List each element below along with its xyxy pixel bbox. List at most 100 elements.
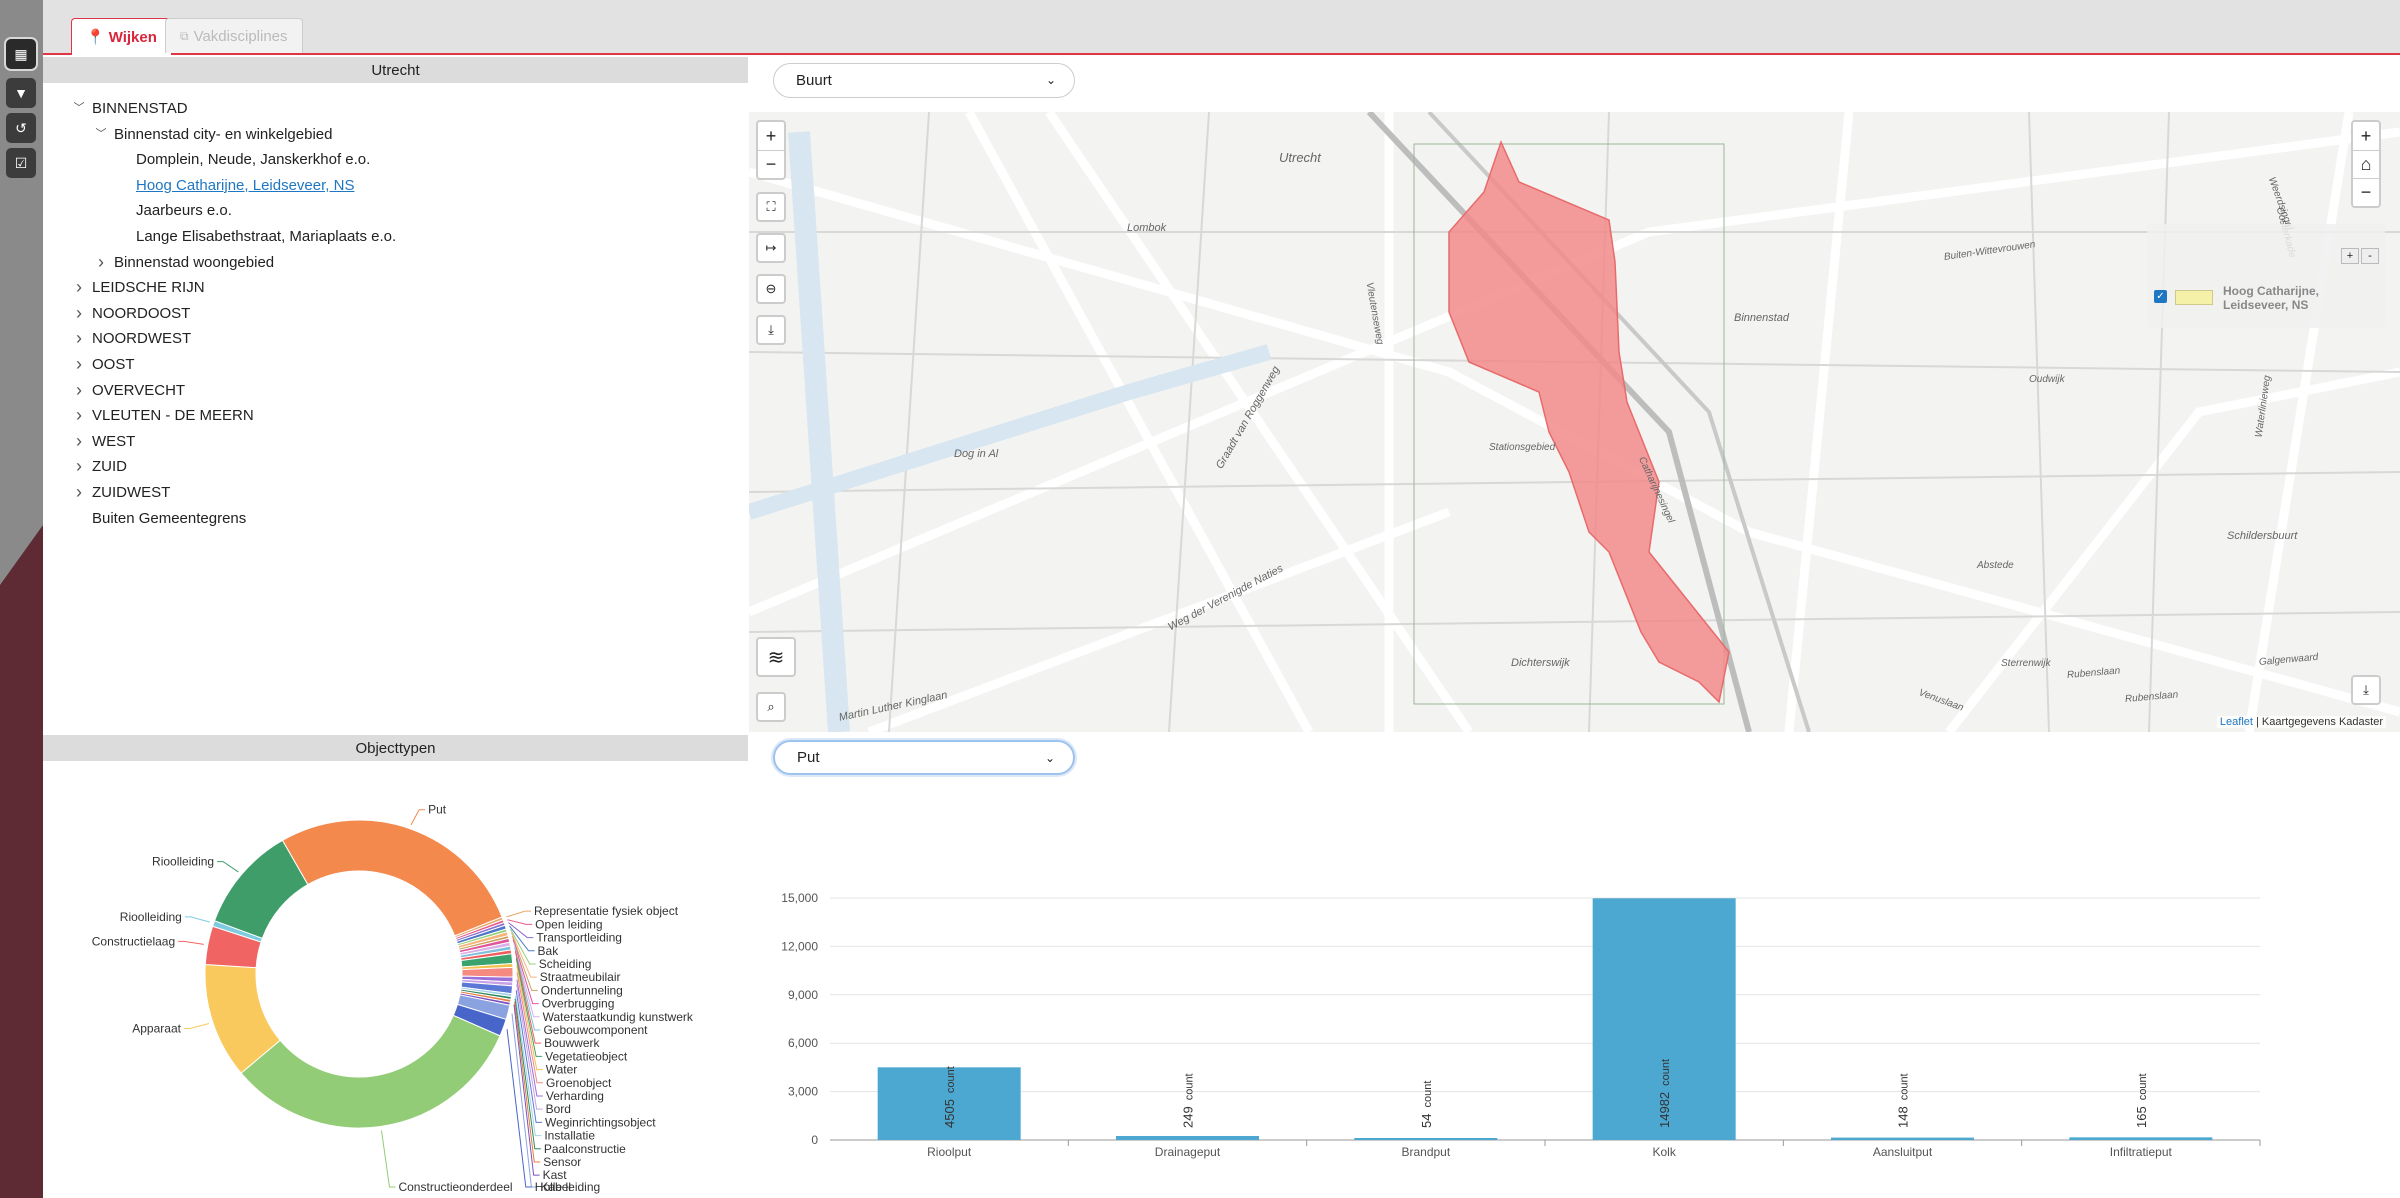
legend-plus-button[interactable]: + [2341,248,2359,264]
tab-bar: 📍 Wijken ⧉ Vakdisciplines [43,0,2400,55]
x-category-label: Rioolput [927,1145,972,1159]
donut-slice[interactable] [461,966,514,978]
tree-node-label[interactable]: Buiten Gemeentegrens [92,506,246,532]
level-select[interactable]: Buurt ⌄ [773,63,1075,98]
chevron-right-icon[interactable]: › [92,252,110,272]
tree-node[interactable]: Domplein, Neude, Janskerkhof e.o. [70,147,730,173]
objecttype-select[interactable]: Put ⌄ [773,740,1075,775]
tree-node-label[interactable]: ZUID [92,454,127,480]
tree-node[interactable]: › ZUIDWEST [70,480,730,506]
chevron-right-icon[interactable]: › [70,482,88,502]
map-icon[interactable]: ▦ [6,39,36,69]
map-legend: + - ✓ Hoog Catharijne, Leidseveer, NS [2147,224,2385,328]
chevron-right-icon[interactable]: › [70,431,88,451]
donut-slice-label: Open leiding [535,917,602,931]
chevron-right-icon[interactable]: › [70,354,88,374]
bar[interactable] [1116,1135,1259,1140]
tree-node[interactable]: Lange Elisabethstraat, Mariaplaats e.o. [70,224,730,250]
legend-checkbox[interactable]: ✓ [2154,290,2167,303]
tree-node-label[interactable]: NOORDOOST [92,301,190,327]
tree-node[interactable]: › VLEUTEN - DE MEERN [70,403,730,429]
bar-value-label: 249 count [1181,1073,1196,1128]
donut-leader-line [410,809,426,826]
objecttype-bar-chart: 0 3,000 6,000 9,000 12,000 15,000 Rioolput 4505… [781,891,2261,1159]
tree-node[interactable]: Buiten Gemeentegrens [70,506,730,532]
donut-slice-label: Waterstaatkundig kunstwerk [543,1010,694,1024]
fullscreen-icon[interactable]: ⛶ [756,192,786,222]
donut-slice-label: Paalconstructie [544,1142,626,1156]
tree-node-label[interactable]: BINNENSTAD [92,96,188,122]
tree-node[interactable]: ﹀ BINNENSTAD [70,96,730,122]
tree-node[interactable]: › NOORDWEST [70,326,730,352]
donut-slice[interactable] [240,1014,501,1129]
donut-slice-label: Verharding [546,1089,604,1103]
zoom-out-button[interactable]: − [2353,178,2379,206]
search-icon[interactable]: ⌕ [756,692,786,722]
chevron-down-icon[interactable]: ﹀ [92,125,110,143]
tree-node[interactable]: › OVERVECHT [70,378,730,404]
bar-value: 14982 [1657,1092,1672,1128]
tree-node[interactable]: › LEIDSCHE RIJN [70,275,730,301]
tree-node-label-selected[interactable]: Hoog Catharijne, Leidseveer, NS [136,173,354,199]
tree-node[interactable]: › ZUID [70,454,730,480]
tree-node-label[interactable]: Binnenstad city- en winkelgebied [114,122,332,148]
tree-node[interactable]: Hoog Catharijne, Leidseveer, NS [70,173,730,199]
tab-vakdisciplines[interactable]: ⧉ Vakdisciplines [165,18,303,53]
donut-slice-label: Sensor [543,1155,581,1169]
tree-node-label[interactable]: LEIDSCHE RIJN [92,275,205,301]
layers-icon[interactable]: ≋ [756,637,796,677]
panel-header-utrecht: Utrecht [43,57,748,83]
tree-node-label[interactable]: Domplein, Neude, Janskerkhof e.o. [136,147,370,173]
bar[interactable] [1354,1138,1498,1140]
download-icon[interactable]: ⤓ [756,315,786,345]
zoom-in-button[interactable]: + [758,122,784,150]
map-place-label: Utrecht [1279,150,1321,165]
chevron-right-icon[interactable]: › [70,380,88,400]
tree-node-label[interactable]: ZUIDWEST [92,480,170,506]
tree-node[interactable]: ﹀ Binnenstad city- en winkelgebied [70,122,730,148]
bar-value-label: 148 count [1896,1073,1911,1128]
zoom-out-button[interactable]: − [758,150,784,178]
y-tick-label: 9,000 [788,988,818,1002]
tree-node[interactable]: › WEST [70,429,730,455]
donut-leader-line [217,861,239,873]
tab-wijken[interactable]: 📍 Wijken [71,18,172,55]
filter-icon[interactable]: ▼ [6,78,36,108]
y-tick-label: 0 [811,1133,818,1147]
clear-icon[interactable]: ⊖ [756,274,786,304]
export-icon[interactable]: ⤓ [2351,675,2381,705]
chevron-down-icon[interactable]: ﹀ [70,100,88,118]
history-icon[interactable]: ↺ [6,113,36,143]
donut-slice-label: Bak [538,944,560,958]
tree-node[interactable]: Jaarbeurs e.o. [70,198,730,224]
tree-node[interactable]: › Binnenstad woongebied [70,250,730,276]
chevron-right-icon[interactable]: › [70,456,88,476]
tree-node-label[interactable]: OVERVECHT [92,378,185,404]
tree-node[interactable]: › NOORDOOST [70,301,730,327]
chevron-right-icon[interactable]: › [70,405,88,425]
tree-node-label[interactable]: Lange Elisabethstraat, Mariaplaats e.o. [136,224,396,250]
panel-header-objecttypen: Objecttypen [43,735,748,761]
checklist-icon[interactable]: ☑ [6,148,36,178]
map[interactable]: Utrecht Lombok Dog in Al Stationsgebied Dich… [749,112,2400,732]
chevron-right-icon[interactable]: › [70,303,88,323]
tree-node[interactable]: › OOST [70,352,730,378]
zoom-in-button[interactable]: + [2353,122,2379,150]
bar[interactable] [2069,1137,2213,1140]
donut-slice[interactable] [281,819,503,937]
chevron-right-icon[interactable]: › [70,277,88,297]
leaflet-link[interactable]: Leaflet [2220,716,2253,728]
tree-node-label[interactable]: Binnenstad woongebied [114,250,274,276]
tree-node-label[interactable]: OOST [92,352,135,378]
donut-slice-label: Constructielaag [92,934,175,948]
tree-node-label[interactable]: Jaarbeurs e.o. [136,198,232,224]
legend-minus-button[interactable]: - [2361,248,2379,264]
chevron-right-icon[interactable]: › [70,328,88,348]
tree-node-label[interactable]: NOORDWEST [92,326,191,352]
bar[interactable] [1831,1137,1974,1140]
tree-node-label[interactable]: VLEUTEN - DE MEERN [92,403,254,429]
measure-icon[interactable]: ↦ [756,233,786,263]
home-icon[interactable]: ⌂ [2353,150,2379,178]
tree-node-label[interactable]: WEST [92,429,135,455]
